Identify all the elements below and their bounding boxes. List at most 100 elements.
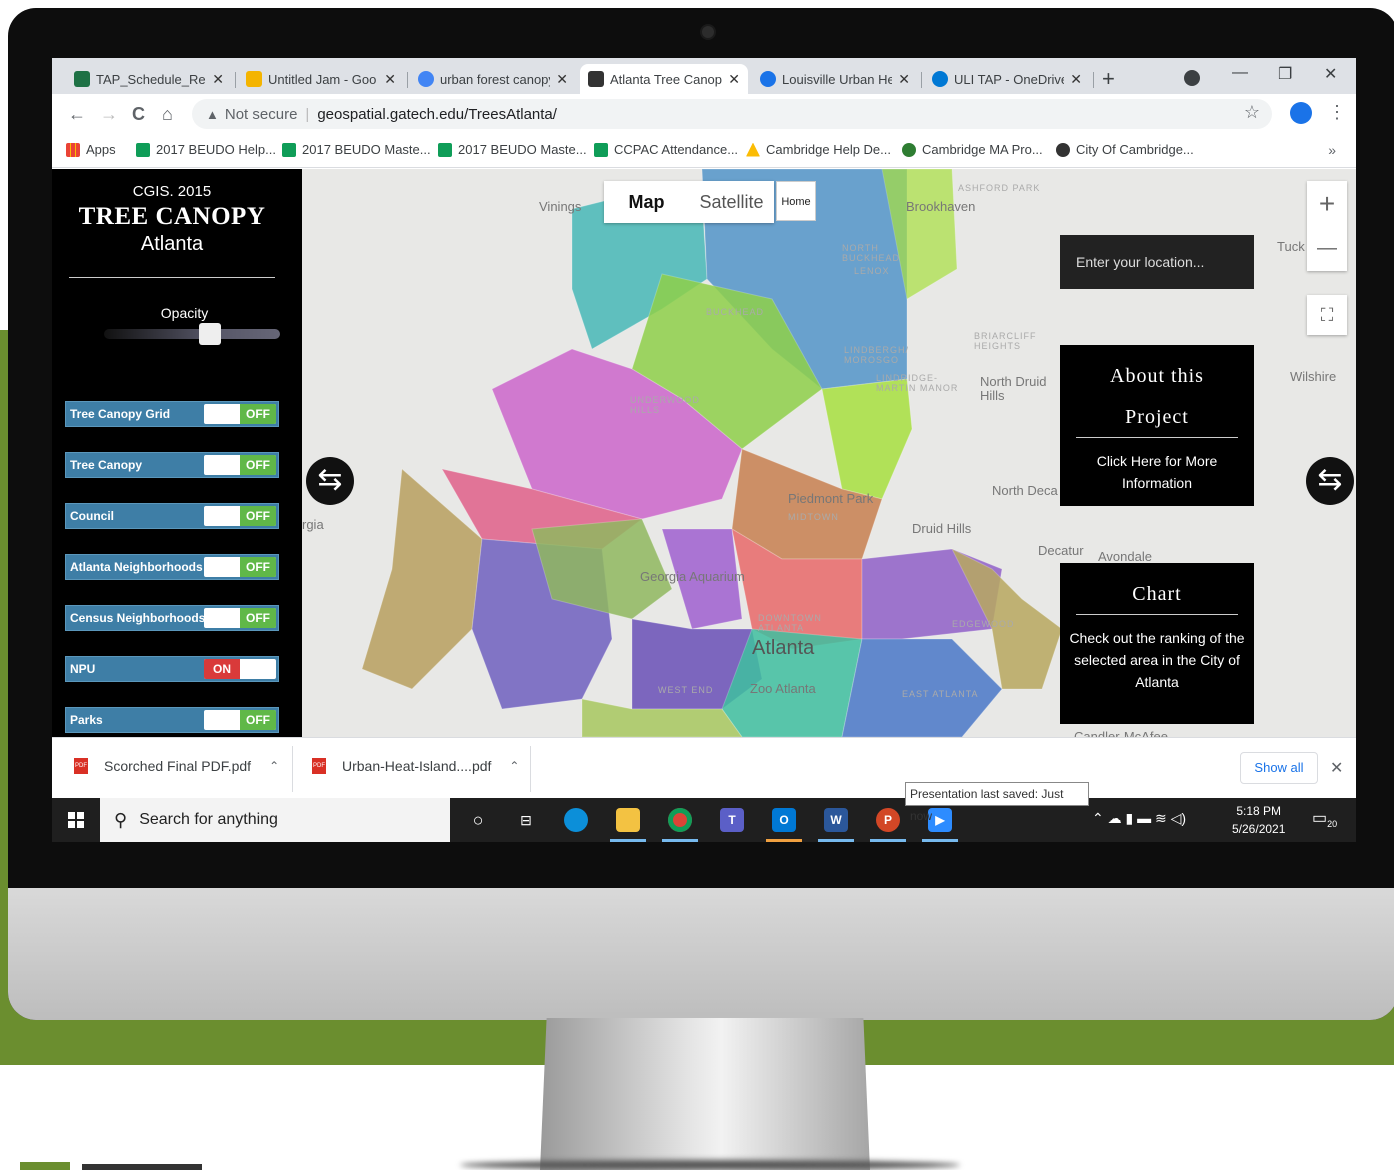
- layer-parks[interactable]: Parks OFF: [65, 707, 279, 733]
- home-icon[interactable]: ⌂: [162, 104, 173, 125]
- zoom-in-button[interactable]: +: [1307, 181, 1347, 226]
- download-item[interactable]: PDF Scorched Final PDF.pdf ⌃: [74, 758, 279, 774]
- bookmark-cambridge-help[interactable]: Cambridge Help De...: [746, 142, 891, 157]
- bookmark-beudo-master-1[interactable]: 2017 BEUDO Maste...: [282, 142, 431, 157]
- chevron-up-icon[interactable]: ⌃: [509, 759, 519, 773]
- fullscreen-icon[interactable]: ⛶: [1307, 295, 1347, 335]
- layer-toggle[interactable]: OFF: [204, 506, 276, 526]
- task-view-icon[interactable]: ⊟: [514, 808, 538, 832]
- chrome-icon[interactable]: [668, 808, 692, 832]
- close-icon[interactable]: ✕: [384, 71, 396, 88]
- show-all-button[interactable]: Show all: [1240, 752, 1318, 784]
- bookmark-star-icon[interactable]: ☆: [1244, 102, 1260, 123]
- taskbar-search[interactable]: ⚲ Search for anything: [100, 798, 450, 842]
- tab-separator: [921, 72, 922, 88]
- location-input[interactable]: Enter your location...: [1060, 235, 1254, 289]
- layer-council[interactable]: Council OFF: [65, 503, 279, 529]
- layer-toggle[interactable]: OFF: [204, 455, 276, 475]
- tab-untitled-jam[interactable]: Untitled Jam - Goo ✕: [238, 64, 404, 94]
- home-button[interactable]: Home: [776, 181, 816, 221]
- map-type-satellite-button[interactable]: Satellite: [689, 181, 774, 223]
- avatar[interactable]: [1290, 102, 1312, 124]
- swap-arrows-icon[interactable]: ⇆: [306, 457, 354, 505]
- bookmark-beudo-master-2[interactable]: 2017 BEUDO Maste...: [438, 142, 587, 157]
- close-icon[interactable]: ✕: [1070, 71, 1082, 88]
- edge-icon[interactable]: [564, 808, 588, 832]
- notification-icon[interactable]: ▭20: [1312, 808, 1337, 829]
- layer-census-neighborhoods[interactable]: Census Neighborhoods OFF: [65, 605, 279, 631]
- layer-tree-canopy[interactable]: Tree Canopy OFF: [65, 452, 279, 478]
- tab-onedrive[interactable]: ULI TAP - OneDrive ✕: [924, 64, 1090, 94]
- forward-arrow-icon[interactable]: →: [100, 104, 118, 125]
- about-project-panel[interactable]: About this Project Click Here for More I…: [1060, 345, 1254, 506]
- layer-toggle[interactable]: OFF: [204, 404, 276, 424]
- profile-menu-icon[interactable]: [1184, 70, 1200, 86]
- teams-icon[interactable]: T: [720, 808, 744, 832]
- webcam: [700, 24, 716, 40]
- layer-label: Atlanta Neighborhoods: [70, 560, 203, 574]
- restore-button[interactable]: ❐: [1278, 64, 1292, 84]
- apps-grid-icon: [66, 142, 80, 157]
- layer-toggle[interactable]: ON: [204, 659, 276, 679]
- bookmark-beudo-help[interactable]: 2017 BEUDO Help...: [136, 142, 276, 157]
- bookmark-apps[interactable]: Apps: [66, 142, 116, 157]
- powerpoint-icon[interactable]: P: [876, 808, 900, 832]
- map-canvas[interactable]: Vinings Brookhaven ASHFORD PARK Tuck NOR…: [302, 169, 1356, 737]
- opacity-slider-track[interactable]: [104, 329, 280, 339]
- tab-tap-schedule[interactable]: TAP_Schedule_Reso ✕: [66, 64, 232, 94]
- layer-atlanta-neighborhoods[interactable]: Atlanta Neighborhoods OFF: [65, 554, 279, 580]
- chart-panel[interactable]: Chart Check out the ranking of the selec…: [1060, 563, 1254, 724]
- close-icon[interactable]: ✕: [1330, 758, 1343, 778]
- bookmark-label: CCPAC Attendance...: [614, 142, 739, 157]
- chevron-up-icon[interactable]: ⌃: [269, 759, 279, 773]
- menu-kebab-icon[interactable]: ⋮: [1328, 102, 1346, 123]
- google-icon: [418, 71, 434, 87]
- system-tray-icons[interactable]: ⌃ ☁ ▮ ▬ ≋ ◁): [1092, 810, 1186, 827]
- layer-toggle[interactable]: OFF: [204, 608, 276, 628]
- layer-npu[interactable]: NPU ON: [65, 656, 279, 682]
- tab-urban-forest[interactable]: urban forest canopy ✕: [410, 64, 576, 94]
- close-window-button[interactable]: ✕: [1324, 64, 1337, 84]
- tab-label: urban forest canopy: [440, 71, 551, 87]
- bookmark-ccpac[interactable]: CCPAC Attendance...: [594, 142, 738, 157]
- sheets-icon: [594, 142, 608, 157]
- word-icon[interactable]: W: [824, 808, 848, 832]
- swap-arrows-icon[interactable]: ⇆: [1306, 457, 1354, 505]
- outlook-icon[interactable]: O: [772, 808, 796, 832]
- map-type-map-button[interactable]: Map: [604, 181, 689, 223]
- close-icon[interactable]: ✕: [556, 71, 568, 88]
- download-item[interactable]: PDF Urban-Heat-Island....pdf ⌃: [312, 758, 519, 774]
- layer-toggle[interactable]: OFF: [204, 557, 276, 577]
- cortana-icon[interactable]: ○: [466, 808, 490, 832]
- close-icon[interactable]: ✕: [898, 71, 910, 88]
- windows-start-icon[interactable]: [68, 812, 84, 828]
- chart-body: Check out the ranking of the selected ar…: [1069, 630, 1245, 690]
- running-indicator: [922, 839, 958, 842]
- bookmark-cambridge-ma[interactable]: Cambridge MA Pro...: [902, 142, 1043, 157]
- toggle-state: OFF: [240, 455, 276, 475]
- tab-atlanta-tree-canopy[interactable]: Atlanta Tree Canopy ✕: [580, 64, 748, 94]
- minimize-button[interactable]: —: [1232, 64, 1248, 82]
- close-icon[interactable]: ✕: [212, 71, 224, 88]
- more-bookmarks-icon[interactable]: »: [1328, 142, 1336, 158]
- logo-mark: [82, 1164, 202, 1170]
- file-explorer-icon[interactable]: [616, 808, 640, 832]
- close-icon[interactable]: ✕: [728, 71, 740, 88]
- taskbar-clock[interactable]: 5:18 PM 5/26/2021: [1232, 802, 1285, 838]
- tree-canopy-app: CGIS. 2015 TREE CANOPY Atlanta Opacity T…: [52, 169, 1356, 737]
- new-tab-button[interactable]: +: [1102, 66, 1115, 92]
- opacity-slider-thumb[interactable]: [198, 323, 221, 345]
- layer-tree-canopy-grid[interactable]: Tree Canopy Grid OFF: [65, 401, 279, 427]
- tab-separator: [235, 72, 236, 88]
- back-arrow-icon[interactable]: ←: [68, 104, 86, 125]
- layer-toggle[interactable]: OFF: [204, 710, 276, 730]
- zoom-out-button[interactable]: —: [1307, 226, 1347, 271]
- reload-icon[interactable]: C: [132, 104, 145, 125]
- running-indicator: [766, 839, 802, 842]
- bookmark-label: 2017 BEUDO Maste...: [458, 142, 587, 157]
- tab-louisville[interactable]: Louisville Urban He ✕: [752, 64, 918, 94]
- clock-date: 5/26/2021: [1232, 822, 1286, 836]
- address-bar[interactable]: ▲ Not secure | geospatial.gatech.edu/Tre…: [192, 99, 1272, 129]
- bookmark-city-of-cambridge[interactable]: City Of Cambridge...: [1056, 142, 1194, 157]
- tab-label: ULI TAP - OneDrive: [954, 71, 1065, 87]
